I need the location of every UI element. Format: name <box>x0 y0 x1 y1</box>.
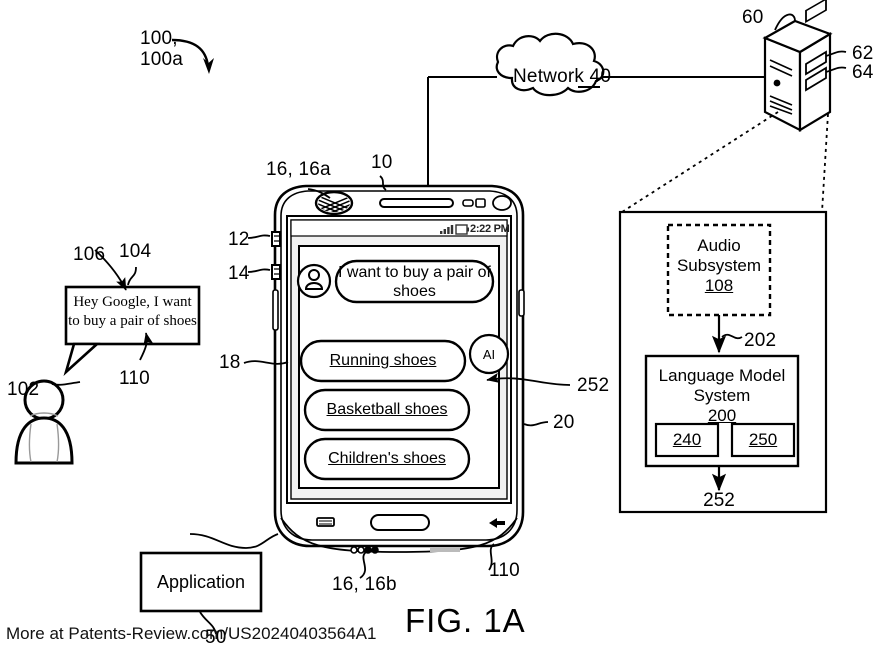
user-avatar-icon <box>296 263 332 299</box>
callout-14: 14 <box>228 263 250 284</box>
language-model-line1: Language Model <box>658 366 786 385</box>
language-model-sub-250: 250 <box>748 430 778 449</box>
option-chip-label: Basketball shoes <box>326 401 448 418</box>
battery-icon <box>455 224 469 235</box>
audio-subsystem-line2: Subsystem <box>676 256 762 275</box>
callout-102: 102 <box>7 379 40 400</box>
language-model-line2: System <box>693 386 751 405</box>
speech-bubble-text: Hey Google, I want to buy a pair of shoe… <box>68 294 197 329</box>
network-number-underline <box>578 66 600 88</box>
callout-110-right: 110 <box>489 560 520 581</box>
callout-110-left: 110 <box>119 368 150 389</box>
server-output-252: 252 <box>703 490 735 511</box>
patent-figure-1a: 100, 100a 106 104 110 102 Hey Google, I … <box>0 0 880 652</box>
ai-badge-label: AI <box>482 347 496 362</box>
callout-60: 60 <box>742 7 764 28</box>
audio-subsystem-line1: Audio <box>697 236 741 255</box>
callout-104: 104 <box>119 241 152 262</box>
option-chip-running-shoes[interactable]: Running shoes <box>301 352 465 370</box>
callout-16-16a: 16, 16a <box>266 159 331 180</box>
option-chip-basketball-shoes[interactable]: Basketball shoes <box>305 401 469 419</box>
callout-202: 202 <box>744 330 777 351</box>
callout-system-100: 100, 100a <box>140 28 184 71</box>
figure-title: FIG. 1A <box>405 602 526 639</box>
user-message-bubble-text: I want to buy a pair of shoes <box>338 264 491 300</box>
callout-10: 10 <box>371 152 393 173</box>
audio-subsystem-number: 108 <box>704 276 734 295</box>
watermark-text: More at Patents-Review.com/US20240403564… <box>6 624 377 643</box>
application-box-label: Application <box>156 572 246 592</box>
callout-18: 18 <box>219 352 241 373</box>
option-chip-label: Running shoes <box>329 352 437 369</box>
callout-252-phone: 252 <box>577 375 610 396</box>
option-chip-label: Children's shoes <box>328 450 446 467</box>
callout-16-16b: 16, 16b <box>332 574 397 595</box>
callout-12: 12 <box>228 229 250 250</box>
callout-106: 106 <box>73 244 106 265</box>
option-chip-childrens-shoes[interactable]: Children's shoes <box>305 450 469 468</box>
server-tower <box>762 0 847 132</box>
language-model-sub-240: 240 <box>672 430 702 449</box>
language-model-number: 200 <box>707 406 737 425</box>
callout-64: 64 <box>852 62 874 83</box>
callout-20: 20 <box>553 412 575 433</box>
status-bar-time: 2:22 PM <box>470 223 510 235</box>
